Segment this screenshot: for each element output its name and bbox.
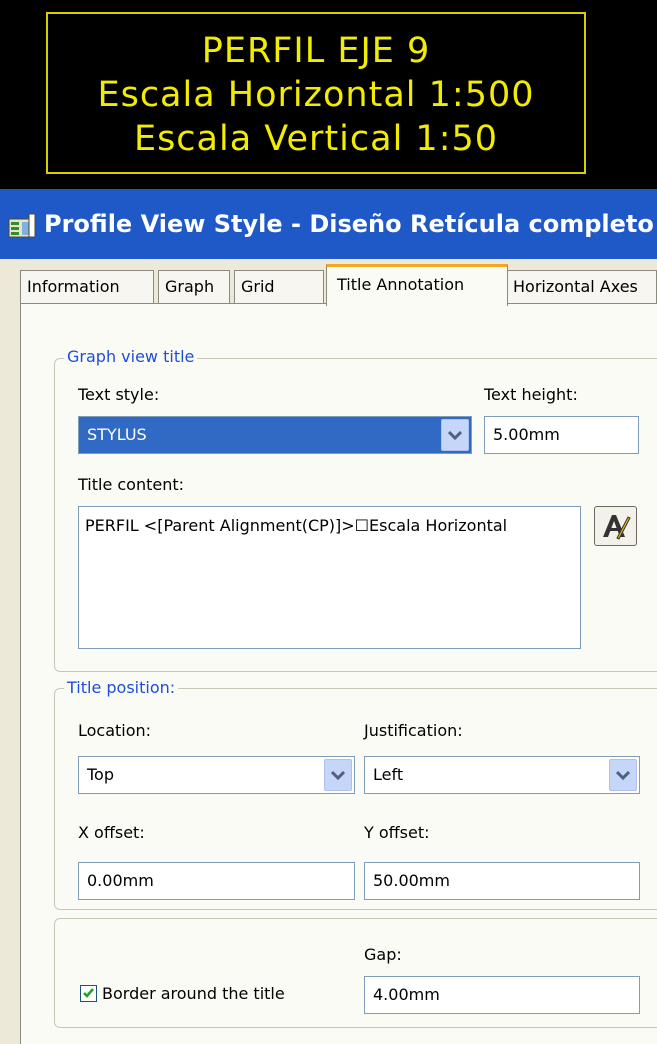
- text-style-value: STYLUS: [87, 425, 147, 444]
- graph-view-title-label: Graph view title: [64, 346, 198, 368]
- border-around-title-label[interactable]: Border around the title: [102, 983, 285, 1005]
- location-label: Location:: [78, 721, 152, 740]
- justification-label: Justification:: [364, 721, 463, 740]
- style-dialog-icon: [8, 213, 38, 239]
- location-select[interactable]: Top: [78, 756, 355, 794]
- location-dropdown-button[interactable]: [324, 759, 352, 791]
- justification-value: Left: [373, 765, 404, 784]
- text-height-label: Text height:: [484, 385, 578, 404]
- window-title-bar[interactable]: Profile View Style - Diseño Retícula com…: [0, 189, 657, 259]
- text-style-label: Text style:: [78, 385, 160, 404]
- text-height-field[interactable]: 5.00mm: [484, 416, 639, 454]
- location-value: Top: [87, 765, 114, 784]
- tab-horizontal-axes[interactable]: Horizontal Axes: [506, 270, 657, 304]
- justification-dropdown-button[interactable]: [609, 759, 637, 791]
- checkmark-icon: [83, 988, 94, 998]
- y-offset-field[interactable]: 50.00mm: [364, 862, 640, 900]
- text-field-editor-button[interactable]: [594, 506, 637, 546]
- border-around-title-checkbox[interactable]: [80, 985, 97, 1002]
- preview-line-2: Escala Horizontal 1:500: [97, 75, 535, 115]
- tab-title-annotation[interactable]: Title Annotation: [326, 264, 508, 306]
- justification-select[interactable]: Left: [364, 756, 640, 794]
- tab-graph[interactable]: Graph: [158, 270, 230, 304]
- chevron-down-icon: [331, 770, 345, 781]
- tab-information[interactable]: Information: [20, 270, 154, 304]
- preview-line-3: Escala Vertical 1:50: [133, 119, 499, 159]
- text-style-select[interactable]: STYLUS: [78, 416, 472, 454]
- tab-strip: Information Graph Grid Title Annotation …: [20, 264, 657, 306]
- title-content-textarea[interactable]: PERFIL <[Parent Alignment(CP)]>☐Escala H…: [78, 506, 581, 649]
- gap-label: Gap:: [364, 945, 402, 964]
- gap-field[interactable]: 4.00mm: [364, 976, 640, 1014]
- x-offset-field[interactable]: 0.00mm: [78, 862, 355, 900]
- text-style-dropdown-button[interactable]: [441, 419, 469, 451]
- chevron-down-icon: [448, 430, 462, 441]
- preview-line-1: PERFIL EJE 9: [201, 31, 431, 71]
- title-content-label: Title content:: [78, 475, 185, 494]
- x-offset-label: X offset:: [78, 823, 145, 842]
- chevron-down-icon: [616, 770, 630, 781]
- tab-grid[interactable]: Grid: [234, 270, 324, 304]
- y-offset-label: Y offset:: [364, 823, 430, 842]
- text-field-editor-icon: [603, 515, 631, 540]
- title-position-label: Title position:: [64, 677, 179, 699]
- window-title: Profile View Style - Diseño Retícula com…: [44, 210, 654, 238]
